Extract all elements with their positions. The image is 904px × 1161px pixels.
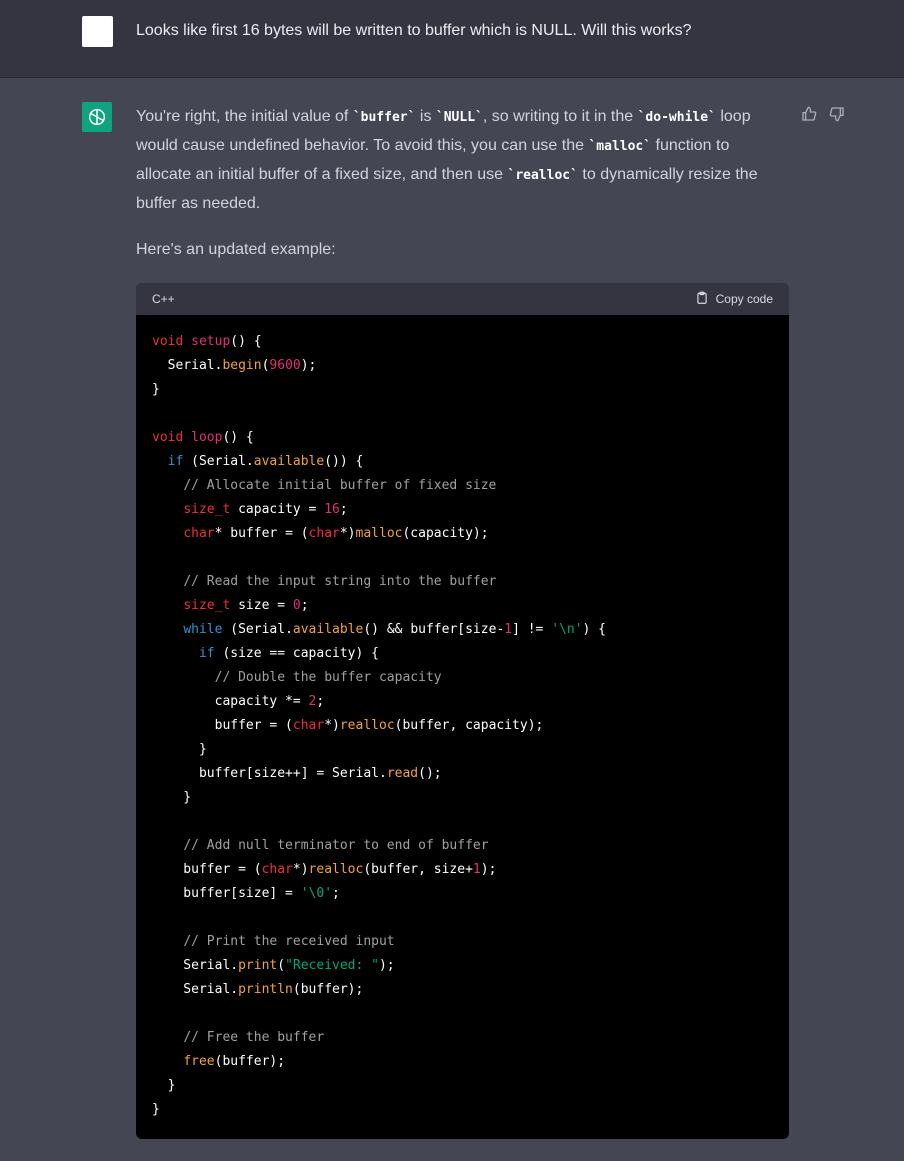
code-line: size_t capacity = 16; (183, 502, 348, 517)
code-line: buffer = (char*)realloc(buffer, capacity… (152, 718, 544, 733)
code-line: } (152, 1102, 160, 1117)
inline-code: `realloc` (507, 168, 578, 183)
code-line: size_t size = 0; (183, 598, 309, 613)
code-line: } (152, 742, 207, 757)
code-line: // Add null terminator to end of buffer (183, 838, 489, 853)
code-line: buffer[size++] = Serial.read(); (152, 766, 442, 781)
code-block: C++ Copy code void setup() { Serial.begi… (136, 283, 789, 1139)
code-line: free(buffer); (183, 1054, 286, 1069)
code-line: Serial.println(buffer); (152, 982, 364, 997)
code-line: char* buffer = (char*)malloc(capacity); (183, 526, 489, 541)
copy-code-button[interactable]: Copy code (695, 291, 773, 308)
code-line: // Free the buffer (183, 1030, 325, 1045)
code-line: // Double the buffer capacity (214, 670, 442, 685)
code-language-label: C++ (152, 292, 175, 306)
code-line: // Read the input string into the buffer (183, 574, 497, 589)
inline-code: `buffer` (352, 110, 416, 125)
code-line: Serial.print("Received: "); (152, 958, 395, 973)
code-line: // Allocate initial buffer of fixed size (183, 478, 497, 493)
code-line: void setup() { (152, 334, 262, 349)
code-line: void loop() { (152, 430, 254, 445)
clipboard-icon (695, 291, 709, 308)
code-line: buffer[size] = '\0'; (152, 886, 340, 901)
answer-paragraph-example: Here's an updated example: (136, 241, 336, 258)
code-line: // Print the received input (183, 934, 395, 949)
inline-code: `malloc` (588, 139, 652, 154)
thumbs-up-icon[interactable] (801, 106, 817, 122)
code-line: } (152, 1078, 176, 1093)
code-line: if (size == capacity) { (198, 646, 379, 661)
code-line: capacity *= 2; (152, 694, 325, 709)
feedback-buttons (801, 106, 845, 122)
copy-code-label: Copy code (715, 292, 773, 306)
code-line: Serial.begin(9600); (152, 358, 317, 373)
assistant-answer: You're right, the initial value of `buff… (136, 103, 776, 218)
code-content: void setup() { Serial.begin(9600);} void… (136, 315, 789, 1122)
user-avatar (82, 16, 113, 47)
user-message-text: Looks like first 16 bytes will be writte… (136, 22, 692, 39)
code-block-header: C++ Copy code (136, 283, 789, 315)
code-line: while (Serial.available() && buffer[size… (183, 622, 607, 637)
user-message-row: Looks like first 16 bytes will be writte… (0, 0, 904, 78)
inline-code: `NULL` (435, 110, 483, 125)
answer-paragraph: You're right, the initial value of `buff… (136, 108, 758, 212)
code-line: buffer = (char*)realloc(buffer, size+1); (152, 862, 497, 877)
assistant-message-row: You're right, the initial value of `buff… (0, 78, 904, 1161)
code-line: } (152, 790, 192, 805)
inline-code: `do-while` (637, 110, 716, 125)
thumbs-down-icon[interactable] (829, 106, 845, 122)
code-line: } (152, 382, 160, 397)
openai-logo-icon (82, 102, 112, 132)
code-line: if (Serial.available()) { (167, 454, 364, 469)
